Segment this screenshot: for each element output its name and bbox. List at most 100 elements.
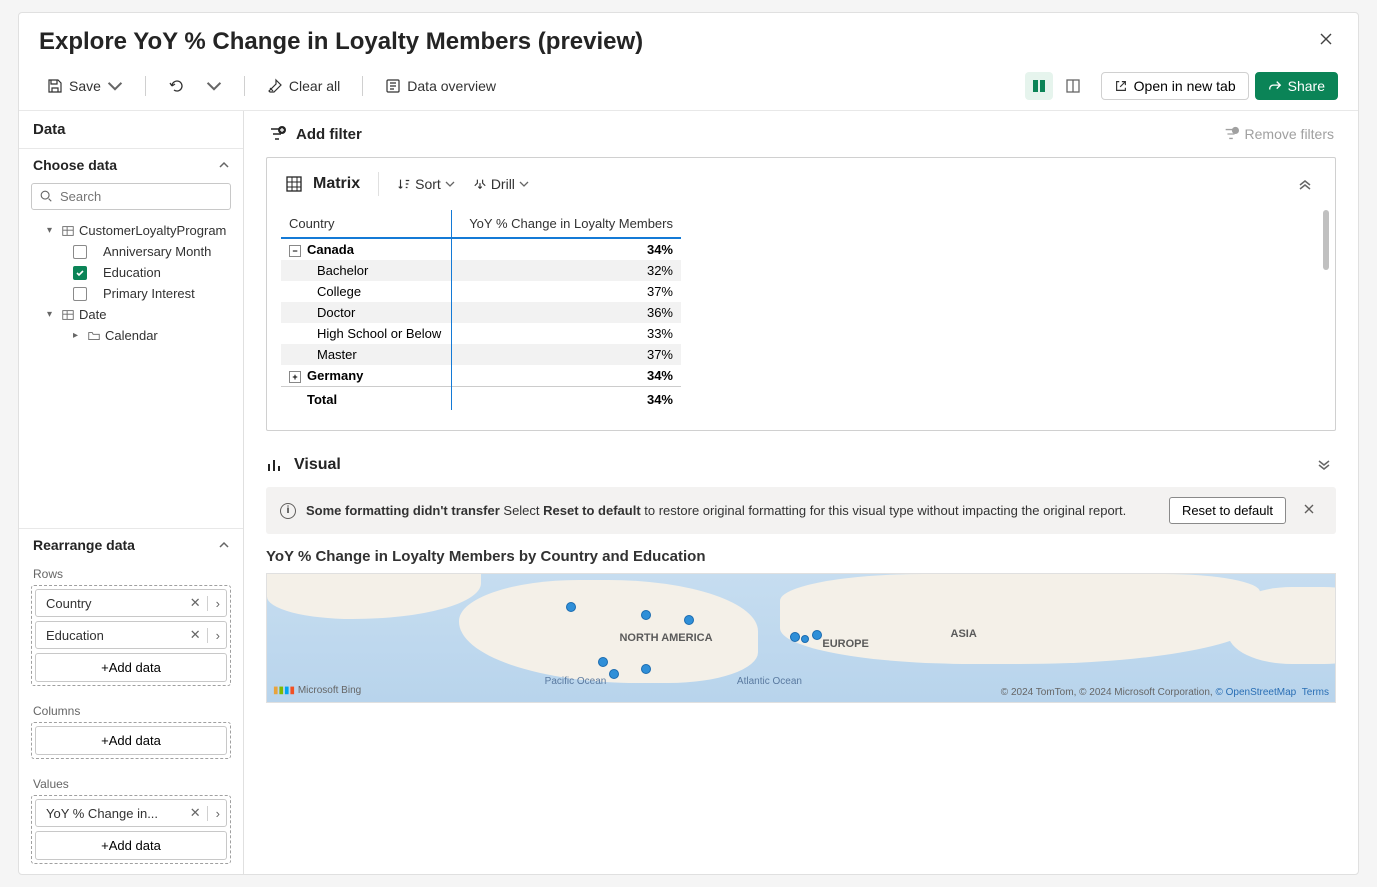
data-overview-button[interactable]: Data overview: [377, 74, 504, 98]
chip-label: Country: [46, 596, 184, 611]
share-icon: [1268, 79, 1282, 93]
table-icon: [61, 308, 75, 322]
layout-side-button[interactable]: [1059, 72, 1087, 100]
tree-label: Anniversary Month: [103, 244, 211, 259]
remove-icon[interactable]: ✕: [184, 805, 207, 821]
matrix-table: Country YoY % Change in Loyalty Members …: [281, 210, 681, 410]
folder-icon: [87, 329, 101, 343]
data-pane-header: Data: [19, 111, 243, 148]
table-row[interactable]: College37%: [281, 281, 681, 302]
drill-button[interactable]: Drill: [467, 172, 535, 196]
external-link-icon: [1114, 79, 1128, 93]
checkbox-unchecked[interactable]: [73, 245, 87, 259]
scrollbar[interactable]: [1323, 210, 1329, 270]
rows-label: Rows: [19, 559, 243, 585]
collapse-up-button[interactable]: [1293, 172, 1317, 196]
toolbar: Save Clear all Data overview Open in: [19, 66, 1358, 111]
info-icon: i: [280, 503, 296, 519]
undo-icon: [168, 78, 184, 94]
data-label: Data: [33, 121, 66, 138]
filter-remove-icon: [1223, 126, 1239, 142]
tree-field-education[interactable]: Education: [25, 262, 237, 283]
tree-label: Calendar: [105, 328, 158, 343]
table-icon: [61, 224, 75, 238]
open-new-tab-button[interactable]: Open in new tab: [1101, 72, 1249, 100]
page-title: Explore YoY % Change in Loyalty Members …: [39, 28, 1314, 56]
undo-button[interactable]: [160, 74, 192, 98]
bar-chart-icon: [266, 456, 284, 474]
map-visual[interactable]: NORTH AMERICA EUROPE ASIA Pacific Ocean …: [266, 573, 1336, 703]
add-filter-button[interactable]: Add filter: [268, 125, 362, 143]
field-chip-education[interactable]: Education ✕ ›: [35, 621, 227, 649]
values-label: Values: [19, 769, 243, 795]
add-data-columns-button[interactable]: +Add data: [35, 726, 227, 755]
choose-data-label: Choose data: [33, 157, 117, 173]
field-chip-yoy[interactable]: YoY % Change in... ✕ ›: [35, 799, 227, 827]
undo-dropdown[interactable]: [198, 74, 230, 98]
collapse-down-button[interactable]: [1312, 453, 1336, 477]
table-row[interactable]: Bachelor32%: [281, 260, 681, 281]
data-overview-icon: [385, 78, 401, 94]
remove-icon[interactable]: ✕: [184, 627, 207, 643]
tree-table-customerloyalty[interactable]: ▾ CustomerLoyaltyProgram: [25, 220, 237, 241]
chevron-down-icon: [206, 78, 222, 94]
chevron-right-icon[interactable]: ›: [207, 806, 220, 821]
reset-to-default-button[interactable]: Reset to default: [1169, 497, 1286, 524]
sort-button[interactable]: Sort: [391, 172, 461, 196]
divider: [362, 76, 363, 96]
chevron-right-icon[interactable]: ›: [207, 596, 220, 611]
table-row[interactable]: Doctor36%: [281, 302, 681, 323]
expander-icon[interactable]: −: [289, 245, 301, 257]
chevron-down-icon: [519, 179, 529, 189]
chevron-right-icon[interactable]: ›: [207, 628, 220, 643]
tree-label: CustomerLoyaltyProgram: [79, 223, 226, 238]
col-header-yoy[interactable]: YoY % Change in Loyalty Members: [451, 210, 681, 238]
map-title: YoY % Change in Loyalty Members by Count…: [266, 548, 1336, 565]
tree-field-anniversary[interactable]: Anniversary Month: [25, 241, 237, 262]
matrix-card: Matrix Sort Drill: [266, 157, 1336, 431]
save-icon: [47, 78, 63, 94]
clear-all-button[interactable]: Clear all: [259, 74, 348, 98]
terms-link[interactable]: Terms: [1302, 687, 1329, 698]
search-icon: [39, 189, 53, 203]
table-row[interactable]: Master37%: [281, 344, 681, 365]
close-icon[interactable]: [1314, 27, 1338, 56]
table-row[interactable]: High School or Below33%: [281, 323, 681, 344]
columns-well[interactable]: +Add data: [31, 722, 231, 759]
field-chip-country[interactable]: Country ✕ ›: [35, 589, 227, 617]
table-row[interactable]: −Canada34%: [281, 238, 681, 260]
checkbox-checked[interactable]: [73, 266, 87, 280]
visual-section: Visual i Some formatting didn't transfer…: [266, 447, 1336, 703]
matrix-icon: [285, 175, 303, 193]
col-header-country[interactable]: Country: [281, 210, 451, 238]
layout-split-button[interactable]: [1025, 72, 1053, 100]
map-label-asia: ASIA: [951, 628, 977, 640]
checkbox-unchecked[interactable]: [73, 287, 87, 301]
share-button[interactable]: Share: [1255, 72, 1338, 100]
divider: [145, 76, 146, 96]
open-new-tab-label: Open in new tab: [1134, 78, 1236, 94]
table-row[interactable]: +Germany34%: [281, 365, 681, 387]
clear-all-label: Clear all: [289, 78, 340, 94]
remove-icon[interactable]: ✕: [184, 595, 207, 611]
divider: [244, 76, 245, 96]
map-label-atlantic: Atlantic Ocean: [737, 676, 802, 687]
close-banner-icon[interactable]: [1296, 500, 1322, 521]
expander-icon[interactable]: +: [289, 371, 301, 383]
rearrange-header[interactable]: Rearrange data: [19, 528, 243, 559]
double-chevron-down-icon: [1317, 458, 1331, 472]
search-input[interactable]: [31, 183, 231, 210]
chevron-up-icon: [219, 540, 229, 550]
choose-data-header[interactable]: Choose data: [19, 148, 243, 179]
add-data-values-button[interactable]: +Add data: [35, 831, 227, 860]
save-button[interactable]: Save: [39, 74, 131, 98]
table-total-row: Total34%: [281, 387, 681, 411]
values-well[interactable]: YoY % Change in... ✕ › +Add data: [31, 795, 231, 864]
osm-link[interactable]: © OpenStreetMap: [1215, 687, 1296, 698]
remove-filters-label: Remove filters: [1245, 126, 1334, 142]
add-data-rows-button[interactable]: +Add data: [35, 653, 227, 682]
tree-table-date[interactable]: ▾ Date: [25, 304, 237, 325]
tree-folder-calendar[interactable]: ▸ Calendar: [25, 325, 237, 346]
rows-well[interactable]: Country ✕ › Education ✕ › +Add data: [31, 585, 231, 686]
tree-field-primary-interest[interactable]: Primary Interest: [25, 283, 237, 304]
